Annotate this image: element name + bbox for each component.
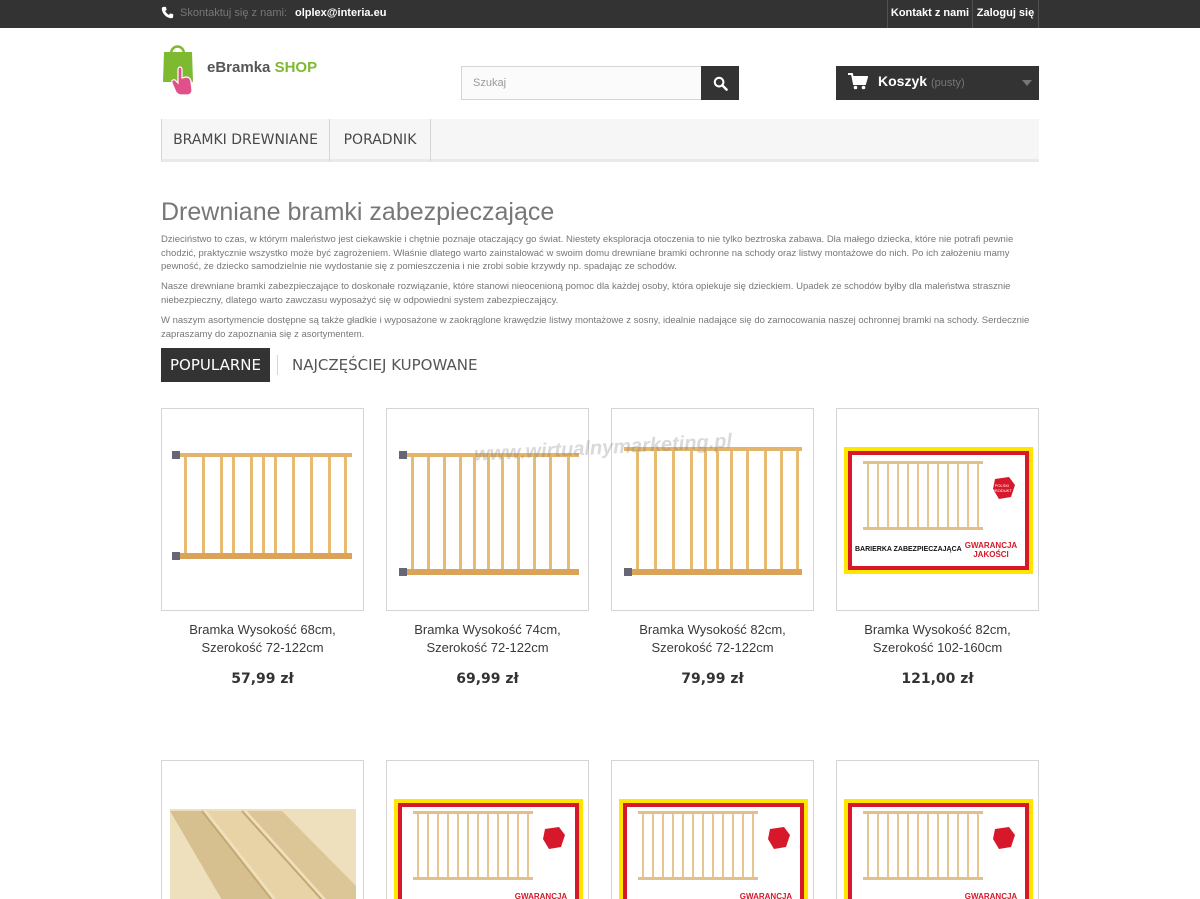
badge-right-text-1: GWARANCJA: [515, 892, 568, 899]
product-image-card[interactable]: POLSKI PRODUKT BARIERKA ZABEZPIECZAJĄCA …: [836, 408, 1039, 611]
product-name-line: Bramka Wysokość 74cm,: [414, 622, 561, 637]
shopping-bag-hand-icon: [163, 45, 193, 96]
product-name-line: Szerokość 72-122cm: [651, 640, 774, 655]
search-icon: [713, 76, 728, 91]
chevron-down-icon: [1022, 80, 1032, 86]
tab-popularne[interactable]: POPULARNE: [161, 348, 270, 382]
product-image-card[interactable]: GWARANCJA: [611, 760, 814, 899]
intro-paragraph-3: W naszym asortymencie dostępne są także …: [161, 315, 1030, 340]
product-name-line: Bramka Wysokość 68cm,: [189, 622, 336, 637]
contact-email[interactable]: olplex@interia.eu: [295, 7, 386, 19]
gate-warranty-badge-image: GWARANCJA: [619, 799, 808, 899]
intro-paragraph-1: Dzieciństwo to czas, w którym maleństwo …: [161, 234, 1014, 272]
product-image-card[interactable]: GWARANCJA: [386, 760, 589, 899]
wooden-beams-image: [170, 809, 356, 899]
logo-text-shop: SHOP: [274, 59, 318, 76]
gate-warranty-badge-image: POLSKI PRODUKT BARIERKA ZABEZPIECZAJĄCA …: [844, 447, 1033, 574]
badge-right-text-1: GWARANCJA: [965, 892, 1018, 899]
main-menu: BRAMKI DREWNIANE PORADNIK: [161, 119, 1039, 162]
login-link[interactable]: Zaloguj się: [972, 0, 1039, 28]
cart-status: (pusty): [931, 77, 965, 89]
cart-label: Koszyk: [878, 73, 928, 89]
wooden-gate-image: [172, 451, 352, 560]
search-button[interactable]: [701, 66, 739, 100]
menu-item-bramki-drewniane[interactable]: BRAMKI DREWNIANE: [161, 119, 330, 161]
menu-item-poradnik[interactable]: PORADNIK: [330, 119, 431, 161]
tab-divider: [277, 355, 278, 375]
badge-right-text-1: GWARANCJA: [965, 541, 1018, 550]
product-image-card[interactable]: GWARANCJA: [836, 760, 1039, 899]
product-name-line: Bramka Wysokość 82cm,: [864, 622, 1011, 637]
contact-label: Skontaktuj się z nami:: [180, 6, 287, 19]
product-name[interactable]: Bramka Wysokość 82cm, Szerokość 72-122cm: [611, 621, 814, 657]
product-name-line: Szerokość 72-122cm: [426, 640, 549, 655]
badge-left-text: BARIERKA ZABEZPIECZAJĄCA: [855, 546, 962, 553]
badge-right-text-2: JAKOŚCI: [973, 550, 1009, 559]
search-input[interactable]: [461, 66, 702, 100]
product-image-card[interactable]: [161, 408, 364, 611]
logo-text-main: eBramka: [207, 59, 271, 76]
product-price: 57,99 zł: [231, 671, 294, 687]
product-price: 79,99 zł: [681, 671, 744, 687]
page-title: Drewniane bramki zabezpieczające: [161, 198, 555, 226]
product-price: 121,00 zł: [901, 671, 974, 687]
shop-logo[interactable]: eBramka SHOP: [162, 42, 332, 96]
cart-icon: [848, 73, 868, 90]
product-name[interactable]: Bramka Wysokość 74cm, Szerokość 72-122cm: [386, 621, 589, 657]
product-name[interactable]: Bramka Wysokość 68cm, Szerokość 72-122cm: [161, 621, 364, 657]
phone-icon: [161, 6, 174, 19]
search-bar: [461, 66, 739, 100]
contact-us-link[interactable]: Kontakt z nami: [887, 0, 972, 28]
badge-right-text-1: GWARANCJA: [740, 892, 793, 899]
contact-info: Skontaktuj się z nami: olplex@interia.eu: [161, 6, 386, 19]
top-bar: Skontaktuj się z nami: olplex@interia.eu…: [0, 0, 1200, 28]
logo-text: eBramka SHOP: [207, 59, 317, 76]
product-name[interactable]: Bramka Wysokość 82cm, Szerokość 102-160c…: [836, 621, 1039, 657]
product-name-line: Bramka Wysokość 82cm,: [639, 622, 786, 637]
gate-warranty-badge-image: GWARANCJA: [844, 799, 1033, 899]
product-name-line: Szerokość 102-160cm: [872, 640, 1003, 655]
tab-najczesciej-kupowane[interactable]: NAJCZĘŚCIEJ KUPOWANE: [292, 348, 477, 382]
product-image-card[interactable]: [161, 760, 364, 899]
product-price: 69,99 zł: [456, 671, 519, 687]
badge-seal-text-2: PRODUKT: [992, 488, 1012, 493]
intro-paragraph-2: Nasze drewniane bramki zabezpieczające t…: [161, 281, 1011, 306]
cart-button[interactable]: Koszyk (pusty): [836, 66, 1039, 100]
gate-warranty-badge-image: GWARANCJA: [394, 799, 583, 899]
product-name-line: Szerokość 72-122cm: [201, 640, 324, 655]
